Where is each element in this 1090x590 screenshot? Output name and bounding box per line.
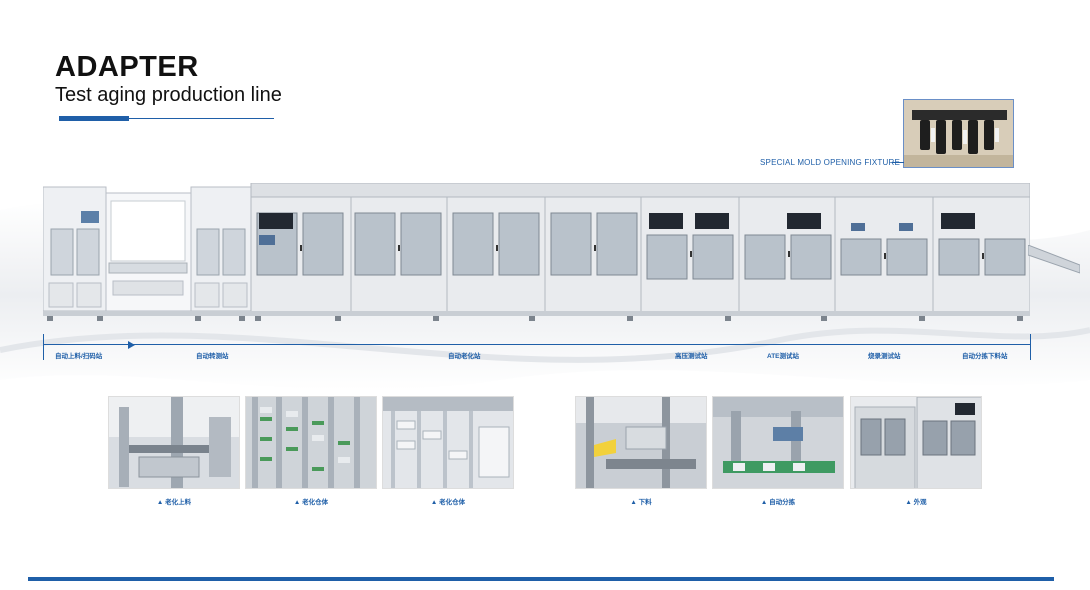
photo-caption: ▲ 外观: [905, 499, 927, 506]
fixture-photo: [903, 99, 1014, 168]
outfeed-conveyor: [1028, 245, 1080, 274]
title-underline-accent: [59, 116, 129, 121]
axis-tick: [43, 334, 44, 360]
axis-arrow-icon: [128, 341, 135, 349]
station-label-sorting: 自动分拣下料站: [962, 353, 1008, 360]
fixture-leader-line: [892, 162, 904, 163]
photo-aging-loading: [108, 396, 240, 489]
photo-caption: ▲ 老化仓体: [430, 499, 466, 506]
photo-unloading: [575, 396, 707, 489]
station-label-aging: 自动老化站: [448, 353, 481, 360]
station-label-loading: 自动上料/扫码站: [55, 353, 103, 360]
station-axis: [43, 344, 1031, 345]
page-subtitle: Test aging production line: [55, 84, 282, 106]
photo-caption: ▲ 自动分拣: [760, 499, 796, 506]
page-title: ADAPTER: [55, 51, 199, 83]
production-line-illustration: [43, 183, 1030, 321]
footer-rule: [28, 577, 1054, 581]
station-label-transfer: 自动转测站: [196, 353, 229, 360]
station-label-ate: ATE测试站: [767, 353, 800, 360]
photo-caption: ▲ 老化仓体: [293, 499, 329, 506]
axis-tick: [1030, 334, 1031, 360]
photo-caption: ▲ 老化上料: [156, 499, 192, 506]
station-label-burning: 烧录测试站: [868, 353, 901, 360]
photo-appearance: [850, 396, 982, 489]
photo-aging-chamber-2: [382, 396, 514, 489]
station-label-hipot: 高压测试站: [675, 353, 708, 360]
photo-auto-sorting: [712, 396, 844, 489]
photo-caption: ▲ 下料: [630, 499, 652, 506]
photo-aging-chamber-1: [245, 396, 377, 489]
fixture-label: SPECIAL MOLD OPENING FIXTURE: [760, 158, 900, 167]
